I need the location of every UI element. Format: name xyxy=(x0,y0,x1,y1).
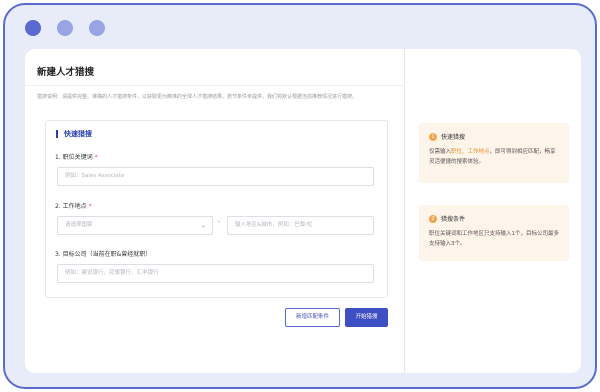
app-window: 新建人才猎搜 猎搜说明：请提供完整、准确的人才猎搜条件，以获取更为精准的全球人才… xyxy=(3,3,597,389)
target-company-label: 3. 目标公司（当前在职&曾经就职） xyxy=(55,251,152,258)
tip-number-badge: 2 xyxy=(429,214,437,223)
section-title: 快速猎搜 xyxy=(56,130,92,138)
search-description: 猎搜说明：请提供完整、准确的人才猎搜条件，以获取更为精准的全球人才猎搜结果。若节… xyxy=(37,94,358,100)
tip-highlight: 职位、工作地点 xyxy=(451,149,490,155)
required-mark: * xyxy=(88,203,92,210)
tip-title: 猎搜条件 xyxy=(441,216,466,223)
window-dot-minimize[interactable] xyxy=(57,20,73,36)
job-keyword-input[interactable]: 例如：Sales Associate xyxy=(57,167,374,186)
location-label: 2. 工作地点 * xyxy=(55,203,92,210)
tip-body: 职位关键词和工作地区只支持输入1个，目标公司最多支持输入3个。 xyxy=(429,231,560,247)
city-input[interactable]: 输入地区&城市，例如：巴黎/伦 xyxy=(227,216,374,235)
window-dot-maximize[interactable] xyxy=(89,20,105,36)
target-company-input[interactable]: 例如：建设银行、花旗银行、汇丰银行 xyxy=(57,264,374,283)
window-controls xyxy=(25,20,105,36)
tip-body: 仅需输入职位、工作地点，即可得到相应匹配，畅享灵活便捷的搜索体验。 xyxy=(429,149,556,165)
quick-search-card: 快速猎搜 1. 职位关键词 * 例如：Sales Associate 2. 工作… xyxy=(45,120,388,298)
add-condition-button[interactable]: 新增匹配条件 xyxy=(285,308,340,327)
content-panel: 新建人才猎搜 猎搜说明：请提供完整、准确的人才猎搜条件，以获取更为精准的全球人才… xyxy=(25,49,581,373)
start-search-button[interactable]: 开始猎搜 xyxy=(345,308,388,327)
location-separator: - xyxy=(218,218,221,226)
tip-number-badge: 1 xyxy=(429,132,437,141)
main-form-area: 新建人才猎搜 猎搜说明：请提供完整、准确的人才猎搜条件，以获取更为精准的全球人才… xyxy=(25,49,405,373)
job-keyword-label: 1. 职位关键词 * xyxy=(55,154,98,161)
window-dot-close[interactable] xyxy=(25,20,41,36)
title-divider xyxy=(25,85,405,86)
tip-card-quick-search: 1 快速猎搜 仅需输入职位、工作地点，即可得到相应匹配，畅享灵活便捷的搜索体验。 xyxy=(419,123,569,183)
tip-card-search-conditions: 2 猎搜条件 职位关键词和工作地区只支持输入1个，目标公司最多支持输入3个。 xyxy=(419,205,569,261)
country-select[interactable]: 请选择国家 ⌄ xyxy=(57,216,213,235)
tip-title: 快速猎搜 xyxy=(441,134,466,141)
required-mark: * xyxy=(94,154,98,161)
page-title: 新建人才猎搜 xyxy=(37,67,95,78)
chevron-down-icon: ⌄ xyxy=(200,222,206,229)
